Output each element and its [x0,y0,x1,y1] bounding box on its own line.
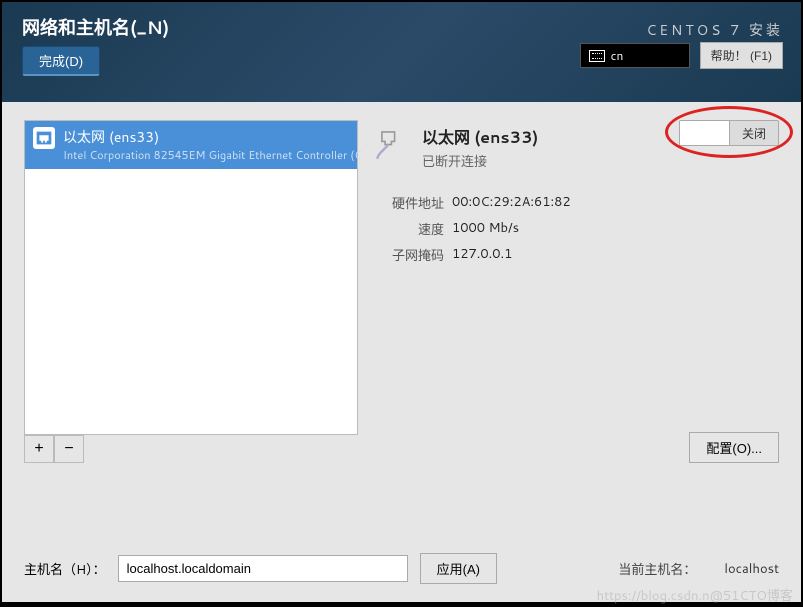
device-name: 以太网 (ens33) [63,127,362,147]
hostname-label: 主机名（H）： [24,559,106,579]
input-method-selector[interactable]: cn [580,43,690,68]
device-list[interactable]: 以太网 (ens33) Intel Corporation 82545EM Gi… [24,120,358,435]
detail-value: 127.0.0.1 [452,245,512,265]
current-hostname-value: localhost [724,560,779,578]
input-method-label: cn [611,47,624,64]
connection-toggle[interactable]: 关闭 [679,120,779,146]
keyboard-icon [589,50,605,62]
help-button[interactable]: 帮助！ (F1) [700,42,783,69]
toggle-label: 关闭 [730,121,778,145]
configure-button[interactable]: 配置(O)... [689,432,779,463]
detail-label: 速度 [374,219,444,239]
toggle-thumb [680,121,730,145]
connection-status: 已断开连接 [422,151,538,171]
footer: 主机名（H）： 应用(A) 当前主机名： localhost [24,553,779,584]
add-device-button[interactable]: + [24,435,54,463]
connection-title: 以太网 (ens33) [422,124,538,149]
connection-panel: 以太网 (ens33) 已断开连接 关闭 硬件地址 00:0C:29:2A:61… [368,120,779,463]
detail-value: 00:0C:29:2A:61:82 [452,193,571,213]
ethernet-port-icon [374,124,412,162]
detail-label: 硬件地址 [374,193,444,213]
header: 网络和主机名(_N) 完成(D) CENTOS 7 安装 cn 帮助！ (F1) [2,2,801,102]
ethernet-icon [33,127,55,149]
body: 以太网 (ens33) Intel Corporation 82545EM Gi… [2,102,801,602]
remove-device-button[interactable]: − [54,435,84,463]
detail-label: 子网掩码 [374,245,444,265]
current-hostname-label: 当前主机名： [618,559,696,579]
watermark: https://blog.csdn.n@51CTO博客 [597,585,793,605]
done-button[interactable]: 完成(D) [22,46,100,76]
apply-button[interactable]: 应用(A) [420,553,497,584]
installer-title: CENTOS 7 安装 [646,20,783,40]
hostname-input[interactable] [118,555,408,582]
detail-value: 1000 Mb/s [452,219,519,239]
device-desc: Intel Corporation 82545EM Gigabit Ethern… [63,147,362,163]
device-list-item[interactable]: 以太网 (ens33) Intel Corporation 82545EM Gi… [25,121,357,169]
connection-details: 硬件地址 00:0C:29:2A:61:82 速度 1000 Mb/s 子网掩码… [374,193,779,265]
